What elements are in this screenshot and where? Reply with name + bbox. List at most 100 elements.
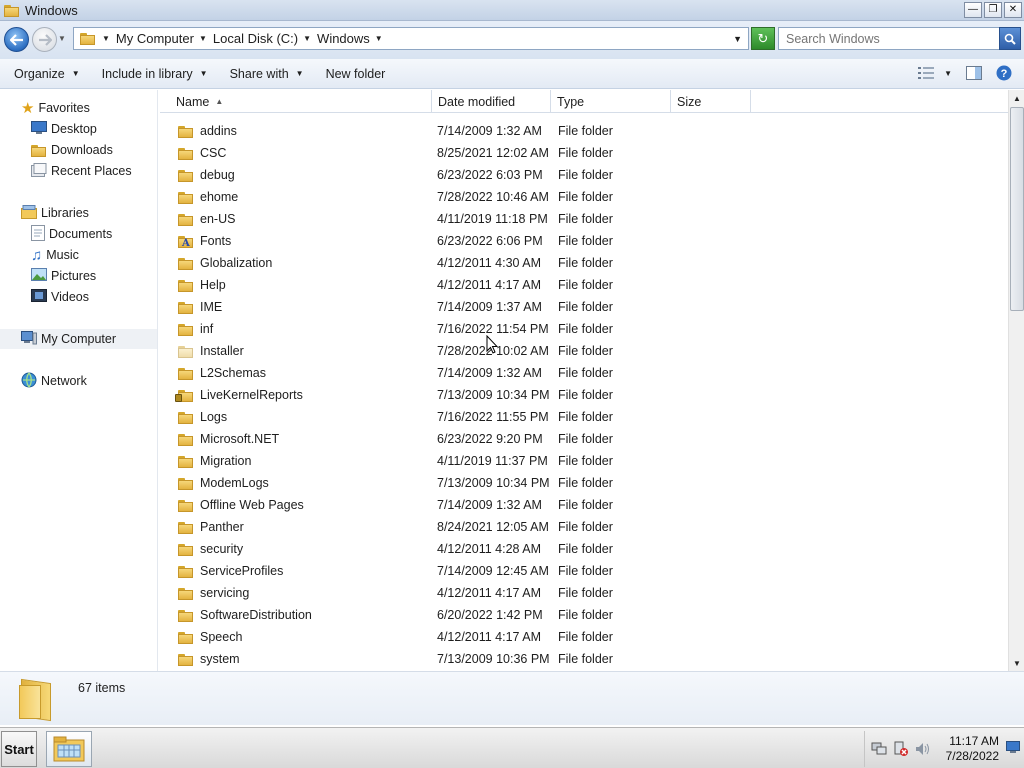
- command-bar: Organize ▼ Include in library ▼ Share with…: [0, 59, 1024, 89]
- file-row[interactable]: L2Schemas 7/14/2009 1:32 AM File folder: [160, 362, 1008, 384]
- file-row[interactable]: ModemLogs 7/13/2009 10:34 PM File folder: [160, 472, 1008, 494]
- show-desktop-icon[interactable]: [1006, 741, 1020, 756]
- file-row[interactable]: Help 4/12/2011 4:17 AM File folder: [160, 274, 1008, 296]
- file-row[interactable]: servicing 4/12/2011 4:17 AM File folder: [160, 582, 1008, 604]
- back-button[interactable]: [4, 27, 29, 52]
- file-name: Globalization: [200, 256, 273, 270]
- organize-menu[interactable]: Organize ▼: [14, 67, 80, 81]
- nav-favorites[interactable]: ★ Favorites: [0, 98, 157, 118]
- nav-downloads[interactable]: Downloads: [0, 140, 157, 160]
- column-type[interactable]: Type: [551, 90, 671, 113]
- file-row[interactable]: LiveKernelReports 7/13/2009 10:34 PM File …: [160, 384, 1008, 406]
- file-type: File folder: [558, 322, 613, 336]
- vertical-scrollbar[interactable]: ▲ ▼: [1008, 90, 1024, 671]
- volume-icon[interactable]: [915, 741, 931, 757]
- file-row[interactable]: inf 7/16/2022 11:54 PM File folder: [160, 318, 1008, 340]
- nav-my-computer[interactable]: My Computer: [0, 329, 157, 349]
- file-name: Help: [200, 278, 226, 292]
- taskbar-explorer-button[interactable]: [46, 731, 92, 767]
- scroll-thumb[interactable]: [1010, 107, 1024, 311]
- music-icon: ♫: [31, 246, 43, 264]
- nav-pictures[interactable]: Pictures: [0, 266, 157, 286]
- file-row[interactable]: Migration 4/11/2019 11:37 PM File folder: [160, 450, 1008, 472]
- file-row[interactable]: Globalization 4/12/2011 4:30 AM File folde…: [160, 252, 1008, 274]
- nav-videos[interactable]: Videos: [0, 287, 157, 307]
- computer-icon: [21, 330, 37, 348]
- chevron-down-icon[interactable]: ▼: [303, 34, 311, 43]
- scroll-down-button[interactable]: ▼: [1009, 655, 1024, 671]
- file-row[interactable]: Microsoft.NET 6/23/2022 9:20 PM File folde…: [160, 428, 1008, 450]
- folder-icon: [178, 653, 194, 666]
- refresh-button[interactable]: ↻: [751, 27, 775, 50]
- breadcrumb-my-computer[interactable]: My Computer ▼: [116, 31, 207, 46]
- file-row[interactable]: system 7/13/2009 10:36 PM File folder: [160, 648, 1008, 670]
- file-row[interactable]: security 4/12/2011 4:28 AM File folder: [160, 538, 1008, 560]
- file-row[interactable]: SoftwareDistribution 6/20/2022 1:42 PM Fil…: [160, 604, 1008, 626]
- address-history-dropdown[interactable]: ▼: [733, 34, 742, 44]
- folder-icon: [178, 411, 194, 424]
- include-in-library-menu[interactable]: Include in library ▼: [102, 67, 208, 81]
- help-icon[interactable]: ?: [996, 65, 1012, 81]
- search-button[interactable]: [999, 27, 1021, 50]
- file-date-modified: 7/14/2009 1:32 AM: [437, 366, 542, 380]
- file-row[interactable]: en-US 4/11/2019 11:18 PM File folder: [160, 208, 1008, 230]
- history-dropdown-icon[interactable]: ▼: [58, 34, 66, 43]
- column-date-modified[interactable]: Date modified: [432, 90, 551, 113]
- file-row[interactable]: CSC 8/25/2021 12:02 AM File folder: [160, 142, 1008, 164]
- folder-icon: [178, 521, 194, 534]
- preview-pane-icon[interactable]: [966, 66, 982, 80]
- clock[interactable]: 11:17 AM 7/28/2022: [941, 734, 999, 764]
- share-with-menu[interactable]: Share with ▼: [230, 67, 304, 81]
- nav-desktop[interactable]: Desktop: [0, 119, 157, 139]
- network-tray-icon[interactable]: [871, 741, 887, 757]
- file-name-cell: Speech: [178, 630, 242, 644]
- close-button[interactable]: ✕: [1004, 2, 1022, 18]
- minimize-button[interactable]: —: [964, 2, 982, 18]
- file-name: debug: [200, 168, 235, 182]
- file-row[interactable]: ehome 7/28/2022 10:46 AM File folder: [160, 186, 1008, 208]
- nav-documents[interactable]: Documents: [0, 224, 157, 244]
- file-row[interactable]: debug 6/23/2022 6:03 PM File folder: [160, 164, 1008, 186]
- start-button[interactable]: Start: [1, 731, 37, 767]
- nav-libraries[interactable]: Libraries: [0, 203, 157, 223]
- file-row[interactable]: Speech 4/12/2011 4:17 AM File folder: [160, 626, 1008, 648]
- file-row[interactable]: addins 7/14/2009 1:32 AM File folder: [160, 120, 1008, 142]
- forward-button[interactable]: [32, 27, 57, 52]
- column-name[interactable]: Name ▲: [170, 90, 432, 113]
- file-list: Name ▲ Date modified Type Size addins 7/14…: [160, 90, 1008, 671]
- nav-recent-places[interactable]: Recent Places: [0, 161, 157, 181]
- file-date-modified: 6/23/2022 6:03 PM: [437, 168, 543, 182]
- column-size[interactable]: Size: [671, 90, 751, 113]
- file-date-modified: 8/25/2021 12:02 AM: [437, 146, 549, 160]
- file-name: IME: [200, 300, 223, 314]
- nav-network[interactable]: Network: [0, 371, 157, 391]
- chevron-down-icon[interactable]: ▼: [199, 34, 207, 43]
- scroll-up-button[interactable]: ▲: [1009, 90, 1024, 106]
- file-name-cell: inf: [178, 322, 213, 336]
- file-date-modified: 7/14/2009 1:32 AM: [437, 124, 542, 138]
- search-box[interactable]: [778, 27, 1021, 50]
- chevron-down-icon: ▼: [944, 68, 952, 78]
- view-options-button[interactable]: ▼: [918, 67, 952, 79]
- nav-music[interactable]: ♫ Music: [0, 245, 157, 265]
- restore-button[interactable]: ❐: [984, 2, 1002, 18]
- file-row[interactable]: Panther 8/24/2021 12:05 AM File folder: [160, 516, 1008, 538]
- mouse-cursor-icon: [486, 335, 498, 354]
- breadcrumb-local-disk[interactable]: Local Disk (C:) ▼: [213, 31, 311, 46]
- file-row[interactable]: Installer 7/28/2022 10:02 AM File folder: [160, 340, 1008, 362]
- chevron-down-icon[interactable]: ▼: [375, 34, 383, 43]
- breadcrumb-windows[interactable]: Windows ▼: [317, 31, 383, 46]
- new-folder-button[interactable]: New folder: [326, 67, 386, 81]
- file-row[interactable]: A Fonts 6/23/2022 6:06 PM File folder: [160, 230, 1008, 252]
- action-center-error-icon[interactable]: [893, 741, 909, 757]
- address-bar[interactable]: ▼ My Computer ▼ Local Disk (C:) ▼ Windows ▼…: [73, 27, 749, 50]
- file-row[interactable]: ServiceProfiles 7/14/2009 12:45 AM File fo…: [160, 560, 1008, 582]
- file-row[interactable]: IME 7/14/2009 1:37 AM File folder: [160, 296, 1008, 318]
- file-type: File folder: [558, 498, 613, 512]
- file-row[interactable]: Offline Web Pages 7/14/2009 1:32 AM File f…: [160, 494, 1008, 516]
- file-name-cell: system: [178, 652, 240, 666]
- file-type: File folder: [558, 300, 613, 314]
- breadcrumb-root-dropdown[interactable]: ▼: [102, 34, 110, 43]
- file-row[interactable]: Logs 7/16/2022 11:55 PM File folder: [160, 406, 1008, 428]
- search-input[interactable]: [786, 31, 996, 46]
